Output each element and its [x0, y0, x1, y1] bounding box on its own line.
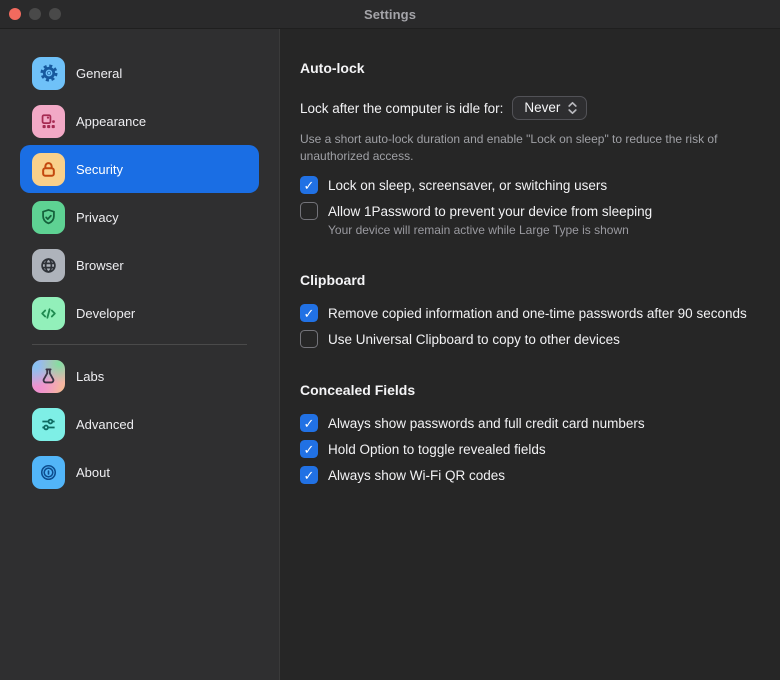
sidebar-item-advanced[interactable]: Advanced	[20, 400, 259, 448]
window-title: Settings	[364, 7, 416, 22]
checkbox-row-always-show-passwords[interactable]: Always show passwords and full credit ca…	[300, 414, 750, 432]
sidebar-item-security[interactable]: Security	[20, 145, 259, 193]
sidebar-item-label: Appearance	[76, 114, 146, 129]
checkbox-label: Always show passwords and full credit ca…	[328, 415, 645, 432]
sidebar-item-labs[interactable]: Labs	[20, 352, 259, 400]
sidebar-item-about[interactable]: About	[20, 448, 259, 496]
sidebar-item-privacy[interactable]: Privacy	[20, 193, 259, 241]
checkbox-row-hold-option[interactable]: Hold Option to toggle revealed fields	[300, 440, 750, 458]
checkbox-label: Lock on sleep, screensaver, or switching…	[328, 177, 607, 194]
checkbox[interactable]	[300, 176, 318, 194]
checkbox-label: Use Universal Clipboard to copy to other…	[328, 331, 620, 348]
gear-icon	[32, 57, 65, 90]
idle-duration-select[interactable]: Never	[512, 96, 587, 120]
security-settings-pane: Auto-lock Lock after the computer is idl…	[280, 29, 780, 680]
checkbox-row-prevent-sleep[interactable]: Allow 1Password to prevent your device f…	[300, 202, 750, 220]
sidebar-item-label: Advanced	[76, 417, 134, 432]
idle-duration-row: Lock after the computer is idle for: Nev…	[300, 96, 750, 120]
shield-check-icon	[32, 201, 65, 234]
code-icon	[32, 297, 65, 330]
sliders-icon	[32, 408, 65, 441]
checkbox-row-lock-on-sleep[interactable]: Lock on sleep, screensaver, or switching…	[300, 176, 750, 194]
sidebar-item-browser[interactable]: Browser	[20, 241, 259, 289]
lock-icon	[32, 153, 65, 186]
checkbox-label: Hold Option to toggle revealed fields	[328, 441, 546, 458]
checkbox[interactable]	[300, 466, 318, 484]
close-button[interactable]	[9, 8, 21, 20]
settings-window: Settings General	[0, 0, 780, 680]
zoom-button[interactable]	[49, 8, 61, 20]
checkbox-row-remove-copied[interactable]: Remove copied information and one-time p…	[300, 304, 750, 322]
checkbox[interactable]	[300, 202, 318, 220]
sidebar-item-label: Developer	[76, 306, 135, 321]
title-bar: Settings	[0, 0, 780, 29]
section-heading-autolock: Auto-lock	[300, 60, 750, 77]
sidebar-item-label: General	[76, 66, 122, 81]
sidebar-item-label: About	[76, 465, 110, 480]
checkbox[interactable]	[300, 440, 318, 458]
sidebar-divider	[32, 344, 247, 345]
settings-sidebar: General Appearance	[0, 29, 280, 680]
traffic-lights	[9, 0, 61, 28]
sidebar-item-appearance[interactable]: Appearance	[20, 97, 259, 145]
idle-duration-value: Never	[524, 100, 560, 115]
sidebar-item-general[interactable]: General	[20, 49, 259, 97]
checkbox-label: Always show Wi-Fi QR codes	[328, 467, 505, 484]
checkbox[interactable]	[300, 304, 318, 322]
checkbox-row-wifi-qr[interactable]: Always show Wi-Fi QR codes	[300, 466, 750, 484]
checkbox-subtext: Your device will remain active while Lar…	[328, 223, 750, 238]
sidebar-item-label: Labs	[76, 369, 104, 384]
checkbox[interactable]	[300, 330, 318, 348]
checkbox-label: Remove copied information and one-time p…	[328, 305, 747, 322]
checkbox[interactable]	[300, 414, 318, 432]
checkbox-row-universal-clipboard[interactable]: Use Universal Clipboard to copy to other…	[300, 330, 750, 348]
sidebar-item-label: Security	[76, 162, 123, 177]
minimize-button[interactable]	[29, 8, 41, 20]
section-heading-concealed-fields: Concealed Fields	[300, 382, 750, 399]
sidebar-item-label: Privacy	[76, 210, 119, 225]
appearance-icon	[32, 105, 65, 138]
sidebar-item-developer[interactable]: Developer	[20, 289, 259, 337]
onepassword-icon	[32, 456, 65, 489]
checkbox-label: Allow 1Password to prevent your device f…	[328, 203, 652, 220]
idle-duration-label: Lock after the computer is idle for:	[300, 101, 503, 116]
chevron-up-down-icon	[567, 101, 578, 115]
autolock-help-text: Use a short auto-lock duration and enabl…	[300, 131, 750, 164]
sidebar-item-label: Browser	[76, 258, 124, 273]
flask-icon	[32, 360, 65, 393]
section-heading-clipboard: Clipboard	[300, 272, 750, 289]
globe-icon	[32, 249, 65, 282]
